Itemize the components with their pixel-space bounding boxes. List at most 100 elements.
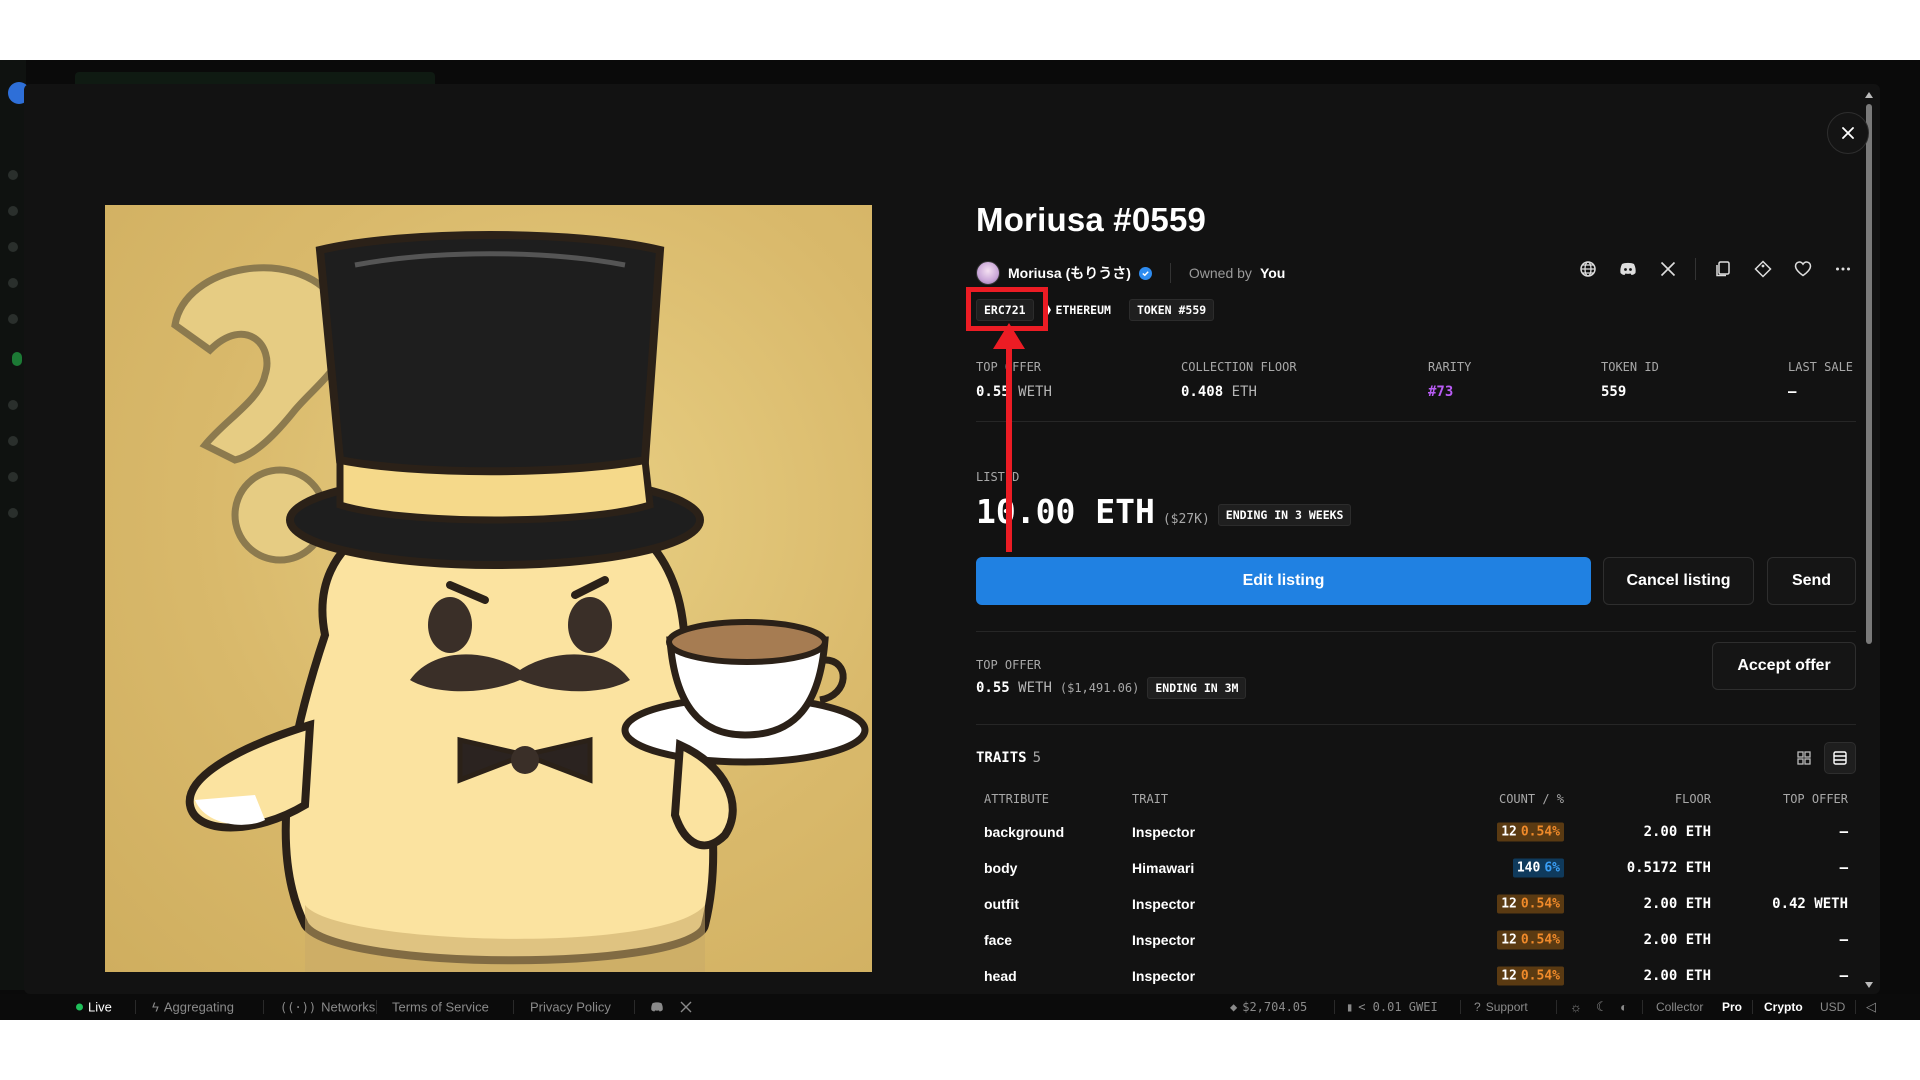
trait-floor: 2.00 ETH bbox=[1643, 896, 1711, 912]
nav-icon bbox=[8, 400, 18, 410]
nft-image bbox=[105, 205, 872, 972]
trait-value: Inspector bbox=[1132, 968, 1196, 984]
trait-floor: 2.00 ETH bbox=[1643, 968, 1711, 984]
traits-table: ATTRIBUTE TRAIT COUNT / % FLOOR TOP OFFE… bbox=[976, 784, 1856, 994]
details-panel: Moriusa #0559 Moriusa (もりうさ) Owned by Yo… bbox=[966, 84, 1856, 994]
trait-row[interactable]: face Inspector 12 0.54% 2.00 ETH — bbox=[976, 922, 1856, 958]
privacy-link[interactable]: Privacy Policy bbox=[530, 1000, 611, 1015]
scroll-thumb[interactable] bbox=[1866, 104, 1872, 644]
app-screen: Moriusa #0559 Moriusa (もりうさ) Owned by Yo… bbox=[0, 60, 1920, 1020]
stat-value: – bbox=[1788, 384, 1797, 400]
trait-row[interactable]: outfit Inspector 12 0.54% 2.00 ETH 0.42 WETH bbox=[976, 886, 1856, 922]
listing-price: 10.00 ETH bbox=[976, 492, 1155, 531]
cancel-listing-button[interactable]: Cancel listing bbox=[1603, 557, 1754, 605]
scroll-down-icon[interactable] bbox=[1865, 982, 1873, 988]
table-view-button[interactable] bbox=[1824, 742, 1856, 774]
top-offer-label: TOP OFFER bbox=[976, 658, 1042, 672]
networks-status[interactable]: ((·)) Networks bbox=[280, 1000, 375, 1015]
stats-row: TOP OFFER 0.55 WETH COLLECTION FLOOR 0.4… bbox=[976, 360, 1856, 400]
send-button[interactable]: Send bbox=[1767, 557, 1856, 605]
tag-label-icon[interactable] bbox=[1750, 256, 1776, 282]
nav-icon bbox=[8, 170, 18, 180]
discord-footer-icon[interactable] bbox=[650, 1001, 664, 1013]
top-offer-price: 0.55 WETH bbox=[976, 680, 1052, 696]
copy-icon[interactable] bbox=[1710, 256, 1736, 282]
collection-avatar[interactable] bbox=[976, 261, 1000, 285]
trait-attribute: face bbox=[984, 932, 1013, 948]
trait-value: Inspector bbox=[1132, 932, 1196, 948]
stat-label: RARITY bbox=[1428, 360, 1472, 374]
dark-theme-icon[interactable]: ☾ bbox=[1596, 999, 1608, 1015]
owner-link[interactable]: You bbox=[1260, 265, 1285, 281]
aggregating-status[interactable]: ϟ Aggregating bbox=[152, 1000, 234, 1015]
divider bbox=[1695, 258, 1696, 280]
trait-top-offer: — bbox=[1839, 824, 1848, 840]
pro-mode[interactable]: Pro bbox=[1722, 1000, 1742, 1014]
listing-usd: ($27K) bbox=[1162, 512, 1210, 527]
modal-scrollbar[interactable] bbox=[1864, 90, 1874, 990]
divider bbox=[135, 1000, 136, 1014]
terms-link[interactable]: Terms of Service bbox=[392, 1000, 489, 1015]
website-globe-icon[interactable] bbox=[1575, 256, 1601, 282]
scroll-up-icon[interactable] bbox=[1865, 92, 1873, 98]
stat-value: 559 bbox=[1601, 384, 1627, 400]
support-link[interactable]: ? Support bbox=[1474, 1000, 1528, 1014]
item-modal: Moriusa #0559 Moriusa (もりうさ) Owned by Yo… bbox=[24, 84, 1880, 994]
column-header: ATTRIBUTE bbox=[984, 792, 1050, 806]
chain-tag[interactable]: ETHEREUM bbox=[1044, 299, 1119, 321]
live-indicator[interactable]: Live bbox=[76, 1000, 112, 1015]
signal-icon: ((·)) bbox=[280, 1000, 317, 1014]
trait-count-badge: 12 0.54% bbox=[1497, 966, 1564, 986]
trait-top-offer: — bbox=[1839, 932, 1848, 948]
column-header[interactable]: FLOOR bbox=[1675, 792, 1711, 806]
discord-icon[interactable] bbox=[1615, 256, 1641, 282]
favorite-heart-icon[interactable] bbox=[1790, 256, 1816, 282]
column-header[interactable]: TOP OFFER bbox=[1783, 792, 1848, 806]
nav-icon bbox=[8, 314, 18, 324]
column-header[interactable]: COUNT / % bbox=[1499, 792, 1564, 806]
eth-price: ◆ $2,704.05 bbox=[1230, 1000, 1308, 1014]
trait-value: Himawari bbox=[1132, 860, 1195, 876]
trait-row[interactable]: head Inspector 12 0.54% 2.00 ETH — bbox=[976, 958, 1856, 994]
trait-top-offer: — bbox=[1839, 860, 1848, 876]
trait-attribute: head bbox=[984, 968, 1017, 984]
collection-link[interactable]: Moriusa (もりうさ) bbox=[1008, 263, 1131, 283]
nav-icon bbox=[8, 436, 18, 446]
divider bbox=[1556, 1000, 1557, 1014]
more-options-icon[interactable] bbox=[1830, 256, 1856, 282]
trait-value: Inspector bbox=[1132, 896, 1196, 912]
ethereum-icon: ◆ bbox=[1230, 1000, 1238, 1014]
edit-listing-button[interactable]: Edit listing bbox=[976, 557, 1591, 605]
crypto-currency[interactable]: Crypto bbox=[1764, 1000, 1803, 1014]
rarity-rank[interactable]: #73 bbox=[1428, 384, 1601, 400]
trait-row[interactable]: background Inspector 12 0.54% 2.00 ETH — bbox=[976, 814, 1856, 850]
stat-value: 0.408 ETH bbox=[1181, 384, 1257, 400]
contrast-theme-icon[interactable]: ◐ bbox=[1620, 1000, 1628, 1015]
divider bbox=[1855, 1000, 1856, 1014]
usd-currency[interactable]: USD bbox=[1820, 1000, 1845, 1014]
divider bbox=[1169, 263, 1171, 283]
trait-value: Inspector bbox=[1132, 824, 1196, 840]
stat-label: LAST SALE bbox=[1788, 360, 1854, 374]
top-offer-usd: ($1,491.06) bbox=[1059, 681, 1140, 695]
sound-icon[interactable]: ◁ bbox=[1866, 999, 1876, 1015]
grid-view-button[interactable] bbox=[1788, 742, 1820, 774]
list-icon bbox=[1833, 751, 1847, 765]
stat-label: TOKEN ID bbox=[1601, 360, 1659, 374]
trait-attribute: background bbox=[984, 824, 1065, 840]
divider bbox=[976, 421, 1856, 422]
accept-offer-button[interactable]: Accept offer bbox=[1712, 642, 1856, 690]
x-footer-icon[interactable] bbox=[680, 1001, 692, 1013]
nft-title: Moriusa #0559 bbox=[976, 201, 1207, 238]
trait-row[interactable]: body Himawari 140 6% 0.5172 ETH — bbox=[976, 850, 1856, 886]
trait-floor: 0.5172 ETH bbox=[1626, 860, 1711, 876]
stat-rarity[interactable]: RARITY #73 bbox=[1428, 360, 1601, 400]
x-twitter-icon[interactable] bbox=[1655, 256, 1681, 282]
collector-mode[interactable]: Collector bbox=[1656, 1000, 1703, 1014]
divider bbox=[1752, 1000, 1753, 1014]
stat-last-sale: LAST SALE – bbox=[1788, 360, 1853, 400]
token-number-tag[interactable]: TOKEN #559 bbox=[1128, 299, 1215, 321]
divider bbox=[1334, 1000, 1335, 1014]
light-theme-icon[interactable]: ☼ bbox=[1570, 1000, 1582, 1015]
stat-collection-floor: COLLECTION FLOOR 0.408 ETH bbox=[1181, 360, 1428, 400]
